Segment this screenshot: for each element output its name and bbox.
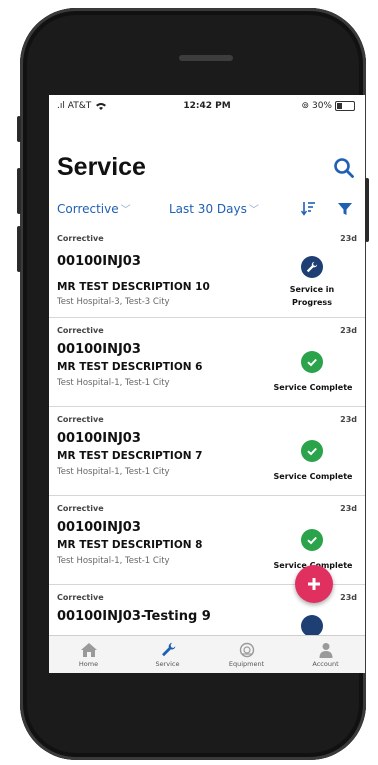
date-range-label: Last 30 Days: [169, 202, 247, 216]
mute-switch: [17, 116, 21, 142]
item-code: 00100INJ03: [57, 431, 141, 446]
item-code: 00100INJ03: [57, 254, 141, 269]
item-description: MR TEST DESCRIPTION 10: [57, 281, 210, 293]
tab-home[interactable]: Home: [49, 636, 128, 673]
battery-icon: [335, 101, 355, 111]
tab-equipment[interactable]: Equipment: [207, 636, 286, 673]
item-age: 23d: [340, 234, 357, 243]
item-description: MR TEST DESCRIPTION 8: [57, 539, 203, 551]
filter-icon[interactable]: [337, 201, 353, 217]
battery-percent: 30%: [311, 101, 332, 111]
item-type: Corrective: [57, 593, 104, 602]
item-type: Corrective: [57, 326, 104, 335]
item-age: 23d: [340, 326, 357, 335]
status-label: Service Complete: [273, 383, 353, 392]
date-range-dropdown[interactable]: Last 30 Days ﹀: [169, 201, 259, 216]
chevron-down-icon: ﹀: [248, 205, 259, 216]
tab-label: Account: [312, 660, 339, 668]
item-location: Test Hospital-1, Test-1 City: [57, 378, 170, 388]
status-bar: .ıl AT&T 12:42 PM ⊚ 30%: [49, 95, 365, 117]
item-code: 00100INJ03: [57, 520, 141, 535]
item-type: Corrective: [57, 415, 104, 424]
tab-label: Service: [155, 660, 180, 668]
bottom-tab-bar: Home Service Equipment Account: [49, 635, 365, 673]
service-list-item[interactable]: Corrective 23d 00100INJ03 MR TEST DESCRI…: [49, 318, 365, 407]
account-icon: [319, 643, 332, 658]
type-filter-dropdown[interactable]: Corrective ﹀: [57, 201, 131, 216]
status-label-line2: Progress: [292, 298, 332, 307]
item-type: Corrective: [57, 234, 104, 243]
status-label: Service in Progress: [282, 283, 342, 309]
item-age: 23d: [340, 593, 357, 602]
tab-service[interactable]: Service: [128, 636, 207, 673]
wrench-icon: [161, 642, 175, 657]
check-icon: [301, 440, 323, 462]
item-description: MR TEST DESCRIPTION 6: [57, 361, 203, 373]
check-icon: [301, 351, 323, 373]
check-icon: [301, 529, 323, 551]
app-screen: .ıl AT&T 12:42 PM ⊚ 30% Service Correcti…: [49, 95, 365, 673]
item-location: Test Hospital-3, Test-3 City: [57, 297, 170, 307]
tab-account[interactable]: Account: [286, 636, 365, 673]
equipment-icon: [239, 642, 254, 658]
volume-up-button: [17, 168, 21, 214]
item-location: Test Hospital-1, Test-1 City: [57, 556, 170, 566]
volume-down-button: [17, 226, 21, 272]
status-label: Service Complete: [273, 472, 353, 481]
item-type: Corrective: [57, 504, 104, 513]
item-age: 23d: [340, 504, 357, 513]
power-button: [365, 178, 369, 242]
tab-label: Equipment: [228, 660, 265, 668]
battery-group: ⊚ 30%: [301, 101, 355, 111]
item-code: 00100INJ03-Testing 9: [57, 609, 211, 624]
chevron-down-icon: ﹀: [120, 205, 131, 216]
status-label-line1: Service in: [289, 285, 335, 294]
plus-icon: [308, 578, 320, 590]
search-icon[interactable]: [333, 157, 355, 179]
wrench-icon: [301, 615, 323, 637]
service-list-item[interactable]: Corrective 23d 00100INJ03 MR TEST DESCRI…: [49, 226, 365, 318]
service-list-item[interactable]: Corrective 23d 00100INJ03 MR TEST DESCRI…: [49, 407, 365, 496]
item-location: Test Hospital-1, Test-1 City: [57, 467, 170, 477]
add-service-button[interactable]: [295, 565, 333, 603]
page-title: Service: [57, 153, 146, 181]
item-age: 23d: [340, 415, 357, 424]
item-code: 00100INJ03: [57, 342, 141, 357]
sort-icon[interactable]: [301, 200, 317, 216]
home-icon: [80, 643, 97, 657]
filter-bar: Corrective ﹀ Last 30 Days ﹀: [49, 193, 365, 227]
type-filter-label: Corrective: [57, 202, 119, 216]
earpiece-speaker: [179, 55, 233, 61]
item-description: MR TEST DESCRIPTION 7: [57, 450, 203, 462]
location-icon: ⊚: [301, 101, 309, 111]
wrench-icon: [301, 256, 323, 278]
tab-label: Home: [78, 660, 99, 668]
